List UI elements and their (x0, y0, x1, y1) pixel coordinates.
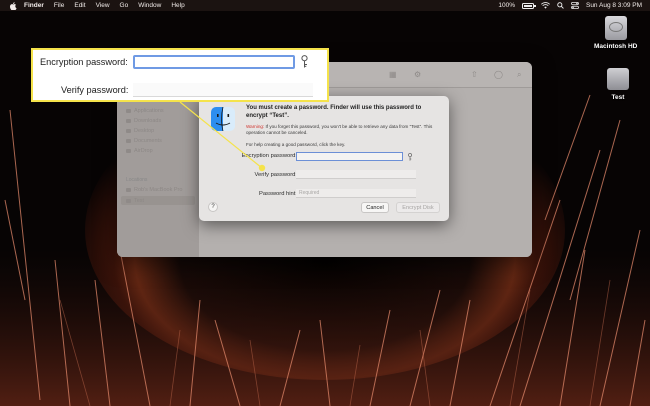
action-icon[interactable]: ⚙ (414, 70, 421, 79)
encrypt-dialog: You must create a password. Finder will … (199, 96, 449, 221)
menu-edit[interactable]: Edit (74, 0, 85, 11)
dialog-title: You must create a password. Finder will … (246, 105, 422, 119)
apple-icon[interactable] (9, 1, 17, 10)
sidebar-item-downloads[interactable]: Downloads (126, 118, 161, 124)
search-icon[interactable] (557, 2, 564, 9)
wifi-icon[interactable] (541, 2, 550, 9)
menu-clock[interactable]: Sun Aug 8 3:09 PM (586, 0, 642, 11)
callout-verify-label: Verify password: (61, 85, 129, 95)
sidebar-item-test[interactable]: Test (126, 198, 144, 204)
status-area: 100% Sun Aug 8 3:09 PM (498, 0, 642, 11)
callout-encryption-label: Encryption password: (40, 57, 128, 67)
warning-label: Warning: (246, 124, 265, 129)
search-icon[interactable]: ⌕ (517, 70, 521, 80)
desktop-icon-label: Macintosh HD (594, 43, 638, 50)
sidebar-heading-locations: Locations (126, 177, 148, 183)
zoom-callout: Encryption password: Verify password: (31, 48, 329, 102)
sidebar-item-macbook[interactable]: Rob's MacBook Pro (126, 187, 182, 193)
password-hint-label: Password hint: (258, 191, 297, 197)
menu-view[interactable]: View (96, 0, 110, 11)
external-drive-icon (607, 68, 629, 90)
menu-help[interactable]: Help (171, 0, 184, 11)
sidebar-item-applications[interactable]: Applications (126, 108, 164, 114)
encrypt-disk-button[interactable]: Encrypt Disk (396, 202, 440, 213)
cancel-button[interactable]: Cancel (361, 202, 389, 213)
key-icon (301, 55, 308, 68)
desktop-icon-label: Test (611, 94, 625, 101)
menu-bar: Finder File Edit View Go Window Help 100… (0, 0, 650, 11)
finder-icon (211, 107, 235, 131)
password-hint-field[interactable]: Required (296, 189, 416, 198)
key-icon[interactable] (407, 153, 413, 161)
menu-finder[interactable]: Finder (24, 0, 44, 11)
sidebar-item-airdrop[interactable]: AirDrop (126, 148, 153, 154)
menu-file[interactable]: File (54, 0, 64, 11)
encryption-password-label: Encryption password: (241, 153, 297, 159)
share-icon[interactable]: ⇧ (471, 70, 478, 79)
view-options-icon[interactable]: ▦ (389, 70, 397, 79)
callout-encryption-field (133, 55, 295, 69)
desktop-icon-macintosh-hd[interactable]: Macintosh HD (594, 16, 637, 50)
menu-window[interactable]: Window (138, 0, 161, 11)
verify-password-field[interactable] (296, 170, 416, 179)
encryption-password-field[interactable] (296, 152, 403, 161)
dialog-help-text: For help creating a good password, click… (246, 142, 346, 147)
menu-go[interactable]: Go (120, 0, 129, 11)
battery-icon[interactable] (521, 2, 536, 9)
verify-password-label: Verify password: (254, 172, 297, 178)
help-button[interactable]: ? (208, 202, 218, 212)
desktop-icon-test-volume[interactable]: Test (607, 68, 629, 101)
dialog-warning: Warning: If you forget this password, yo… (246, 124, 441, 137)
control-center-icon[interactable] (571, 2, 579, 9)
hard-drive-icon (604, 16, 627, 40)
warning-text: If you forget this password, you won't b… (246, 124, 433, 136)
callout-verify-field (133, 83, 313, 97)
sidebar-item-documents[interactable]: Documents (126, 138, 162, 144)
sidebar-item-desktop[interactable]: Desktop (126, 128, 154, 134)
battery-percent: 100% (498, 2, 515, 9)
tag-icon[interactable]: ◯ (494, 70, 503, 79)
